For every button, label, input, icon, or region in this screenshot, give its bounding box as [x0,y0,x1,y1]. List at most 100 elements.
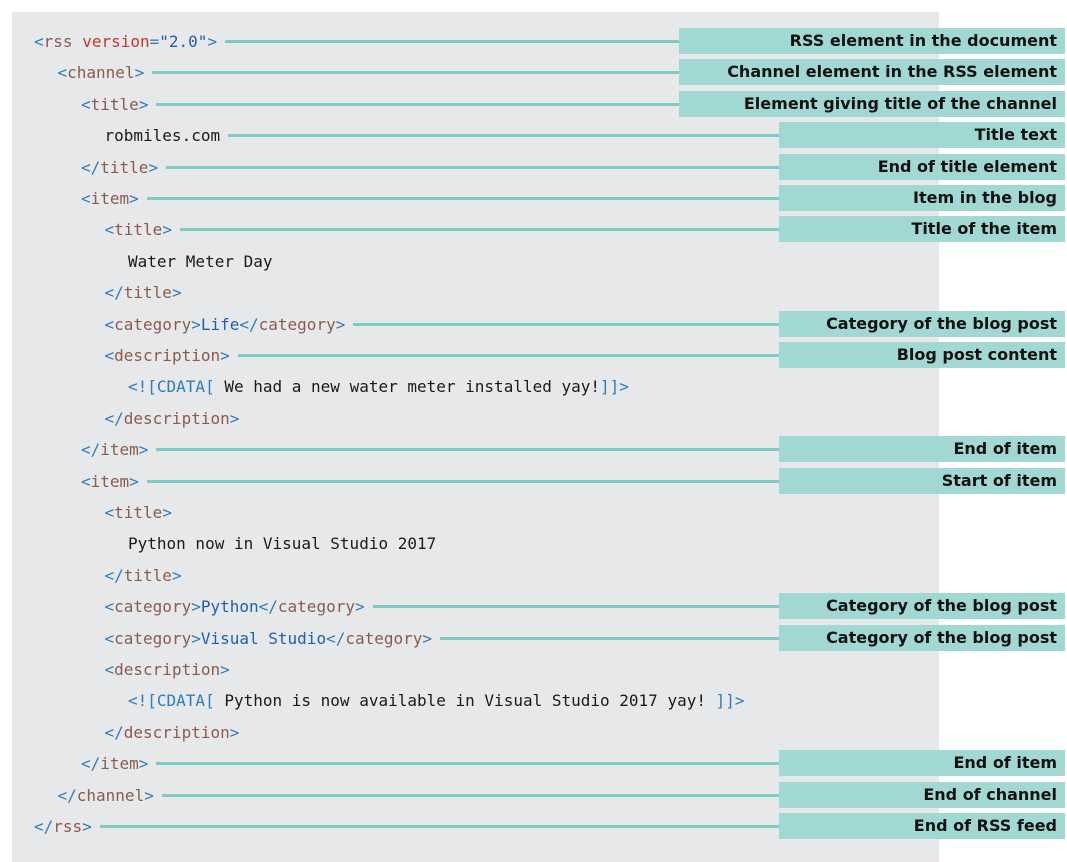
tag-close-bracket: > [422,628,433,648]
code-line: <category>Python</category> Category of t… [0,593,1067,620]
leader-line [166,165,779,169]
code-token: item [90,471,130,491]
code-line: </title> End of title element [0,153,1067,180]
code-token: rss [53,817,83,836]
code-token: description [114,660,221,679]
tag-close-bracket: > [191,628,201,648]
code-text: <![CDATA[ We had a new water meter insta… [128,378,629,396]
code-line: <rss version="2.0"> RSS element in the do… [0,28,1067,54]
tag-open-bracket: < [104,314,115,334]
tag-open-bracket: </ [81,754,101,774]
code-token: title [123,283,172,303]
tag-open-bracket: < [81,471,91,491]
cdata-close: ]]> [600,377,629,397]
code-token: channel [76,785,145,805]
code-line: <channel> Channel element in the RSS elem… [0,59,1067,86]
tag-close-bracket: > [138,754,149,774]
annotation-label: Title of the item [779,216,1065,243]
annotation-label: Category of the blog post [779,310,1065,337]
annotation-label: Category of the blog post [779,593,1065,620]
leader-line [161,793,779,797]
code-text: Water Meter Day [128,251,273,271]
leader-line [353,322,779,326]
tag-open-bracket: </ [57,785,77,805]
tag-close-bracket: > [191,597,201,617]
tag-open-bracket: < [81,189,91,208]
code-text: Python now in Visual Studio 2017 [128,535,436,553]
leader-line [225,40,679,43]
code-line: <title> [0,499,1067,525]
code-line: </description> [0,719,1067,745]
leader-line [99,825,779,828]
code-token: description [114,346,221,365]
code-token: Water Meter Day [128,251,273,271]
tag-open-bracket: </ [34,817,54,836]
tag-open-bracket: </ [239,314,259,334]
code-token: title [100,157,149,177]
code-token: channel [67,63,135,83]
code-token: description [123,722,230,742]
cdata-close: ]]> [715,691,745,711]
code-token: rss [43,32,73,51]
code-line: <description> [0,656,1067,682]
code-text: </channel> [57,785,154,805]
code-token: item [100,754,139,774]
tag-open-bracket: < [104,220,115,240]
tag-close-bracket: > [229,408,240,428]
code-line: </title> [0,279,1067,305]
leader-line [156,762,779,766]
tag-close-bracket: > [354,597,365,617]
tag-close-bracket: > [129,471,139,491]
code-line: robmiles.com Title text [0,122,1067,149]
leader-line [237,354,779,357]
tag-close-bracket: > [207,32,218,51]
tag-close-bracket: > [220,346,230,365]
tag-open-bracket: </ [258,597,278,617]
code-text: </rss> [34,818,92,836]
tag-open-bracket: < [34,32,44,51]
code-text: <rss version="2.0"> [34,33,217,51]
annotation-label: Title text [779,122,1065,149]
code-token: Python now in Visual Studio 2017 [128,534,437,554]
code-token: item [100,440,139,460]
annotation-label: Blog post content [779,342,1065,368]
tag-close-bracket: > [171,565,182,585]
tag-open-bracket: </ [104,283,124,303]
annotation-label: End of channel [779,781,1065,808]
code-line: </channel> End of channel [0,781,1067,808]
code-token: robmiles.com [104,126,221,146]
annotation-label: End of RSS feed [779,813,1065,839]
code-text: </description> [105,722,240,742]
code-line: <category>Visual Studio</category> Catego… [0,624,1067,651]
code-text: <title> [81,94,148,114]
code-text: </description> [105,408,240,428]
tag-open-bracket: < [104,346,115,365]
code-text: <item> [81,190,139,208]
code-token: category [277,597,355,617]
code-line: <title> Title of the item [0,216,1067,243]
code-text: </item> [81,441,148,459]
tag-close-bracket: > [129,189,139,208]
code-token: Python [200,597,259,617]
code-token: description [123,408,230,428]
code-text: <description> [105,661,230,679]
leader-line [179,228,779,232]
code-line: <category>Life</category> Category of the… [0,310,1067,337]
code-line: <item> Item in the blog [0,185,1067,211]
tag-open-bracket: < [57,63,68,83]
tag-open-bracket: </ [326,628,346,648]
code-token: title [114,220,163,240]
annotation-label: Start of item [779,467,1065,494]
code-line: </description> [0,405,1067,431]
tag-open-bracket: < [81,94,91,114]
code-line: Water Meter Day [0,248,1067,274]
code-text: <description> [105,347,230,365]
tag-close-bracket: > [138,440,149,460]
tag-close-bracket: > [335,314,346,334]
annotation-label: Channel element in the RSS element [679,59,1065,86]
code-token: category [114,628,192,648]
code-token: "2.0" [159,32,208,51]
code-line: <item> Start of item [0,467,1067,494]
code-line: <![CDATA[ Python is now available in Vis… [0,687,1067,713]
